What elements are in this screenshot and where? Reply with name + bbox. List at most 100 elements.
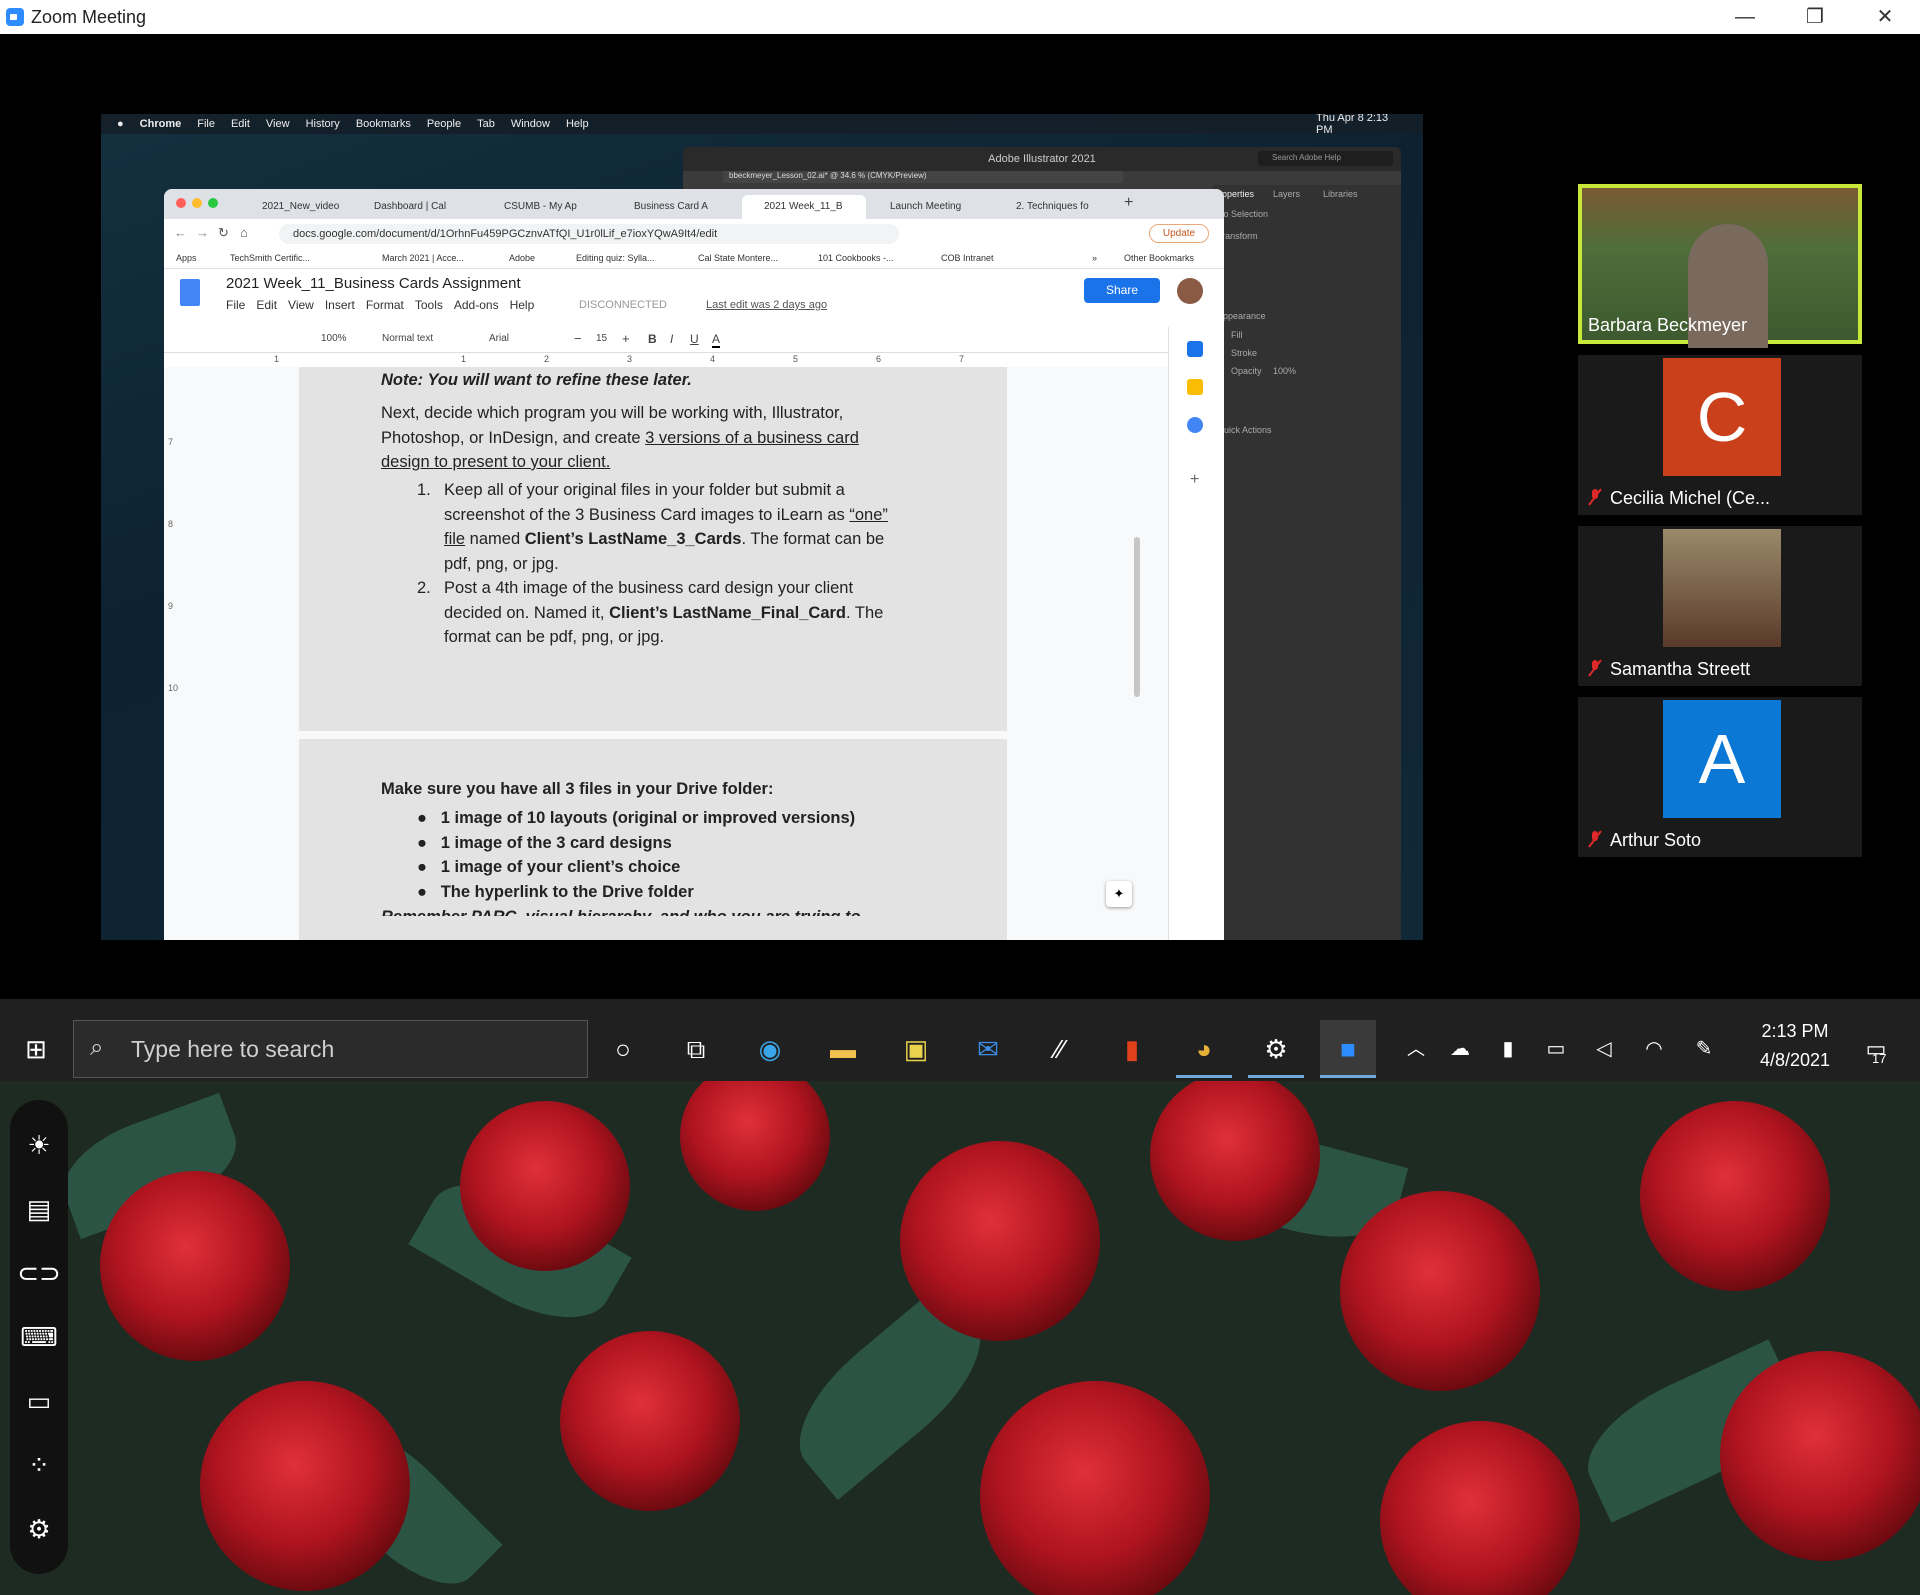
underline-button[interactable]: U: [690, 332, 699, 346]
keyboard-icon[interactable]: ⌨: [10, 1312, 68, 1362]
docs-menu-file[interactable]: File: [226, 298, 245, 312]
home-icon[interactable]: ⌂: [240, 225, 248, 240]
task-view-icon[interactable]: ⧉: [668, 1020, 724, 1078]
back-icon[interactable]: ←: [174, 225, 187, 240]
keep-icon[interactable]: [1187, 379, 1203, 395]
chrome-tab[interactable]: 2. Techniques fo: [994, 195, 1118, 219]
mac-minimize-dot[interactable]: [192, 198, 202, 208]
chrome-tab-active[interactable]: 2021 Week_11_B: [742, 195, 866, 219]
bookmark-item[interactable]: 101 Cookbooks -...: [818, 253, 894, 263]
address-bar[interactable]: docs.google.com/document/d/1OrhnFu459PGC…: [279, 224, 899, 244]
font-select[interactable]: Arial: [489, 333, 509, 344]
display-icon[interactable]: ▭: [10, 1376, 68, 1426]
account-avatar[interactable]: [1177, 278, 1203, 304]
file-explorer-icon[interactable]: ▬: [815, 1020, 871, 1078]
bookmark-item[interactable]: Editing quiz: Sylla...: [576, 253, 655, 263]
update-button[interactable]: Update: [1149, 224, 1209, 243]
docs-menu-help[interactable]: Help: [510, 298, 535, 312]
panel-quick-actions: Quick Actions: [1217, 425, 1272, 435]
explore-icon[interactable]: ✦: [1106, 881, 1132, 907]
chrome-tab[interactable]: Business Card A: [612, 195, 740, 219]
bookmark-apps[interactable]: Apps: [176, 253, 197, 263]
participant-tile[interactable]: A Arthur Soto: [1578, 697, 1862, 857]
font-size-increase[interactable]: +: [622, 331, 630, 346]
docs-menu-format[interactable]: Format: [366, 298, 404, 312]
new-tab-button[interactable]: +: [1124, 194, 1133, 212]
store-icon[interactable]: ▣: [888, 1020, 944, 1078]
chrome-tab[interactable]: Launch Meeting: [868, 195, 992, 219]
bookmark-item[interactable]: Adobe: [509, 253, 535, 263]
restore-button[interactable]: ❐: [1780, 0, 1850, 34]
cortana-icon[interactable]: ○: [595, 1020, 651, 1078]
tasks-icon[interactable]: [1187, 417, 1203, 433]
doc-title[interactable]: 2021 Week_11_Business Cards Assignment: [226, 275, 521, 292]
bookmark-item[interactable]: COB Intranet: [941, 253, 994, 263]
italic-button[interactable]: I: [670, 332, 673, 346]
chrome-taskbar-icon[interactable]: ◕: [1176, 1020, 1232, 1078]
doc-list-number: 1.: [417, 481, 431, 499]
start-icon[interactable]: ⊞: [8, 1020, 64, 1078]
mac-clock: Thu Apr 8 2:13 PM: [1316, 114, 1389, 136]
search-box[interactable]: ⌕ Type here to search: [73, 1020, 588, 1078]
pen-app-icon[interactable]: ⁄⁄: [1032, 1020, 1088, 1078]
docs-logo-icon[interactable]: [180, 279, 200, 306]
doc-paragraph: Next, decide which program you will be w…: [381, 401, 859, 475]
brightness-icon[interactable]: ☀: [10, 1120, 68, 1170]
docs-menu-view[interactable]: View: [288, 298, 314, 312]
bookmark-item[interactable]: Cal State Montere...: [698, 253, 778, 263]
mac-zoom-dot[interactable]: [208, 198, 218, 208]
bookmark-item[interactable]: TechSmith Certific...: [230, 253, 310, 263]
zoom-taskbar-icon[interactable]: ■: [1320, 1020, 1376, 1078]
clock-date[interactable]: 4/8/2021: [1750, 1050, 1840, 1071]
style-select[interactable]: Normal text: [382, 333, 433, 344]
participant-tile-active-speaker[interactable]: Barbara Beckmeyer: [1578, 184, 1862, 348]
doc-underline-text: 3 versions of a business card: [645, 428, 859, 447]
docs-menu-insert[interactable]: Insert: [325, 298, 355, 312]
participant-tile[interactable]: C Cecilia Michel (Ce...: [1578, 355, 1862, 515]
settings-icon[interactable]: ⚙: [1248, 1020, 1304, 1078]
mail-icon[interactable]: ✉: [960, 1020, 1016, 1078]
calendar-icon[interactable]: [1187, 341, 1203, 357]
forward-icon[interactable]: →: [196, 225, 209, 240]
docs-menu-addons[interactable]: Add-ons: [454, 298, 499, 312]
wifi-icon[interactable]: ◠: [1626, 1020, 1682, 1078]
last-edit-link[interactable]: Last edit was 2 days ago: [706, 299, 827, 311]
chrome-window: 2021_New_video Dashboard | Cal CSUMB - M…: [164, 189, 1224, 940]
other-bookmarks[interactable]: Other Bookmarks: [1124, 253, 1194, 263]
docs-menu-tools[interactable]: Tools: [415, 298, 443, 312]
reload-icon[interactable]: ↻: [218, 225, 229, 241]
doc-list-item: Post a 4th image of the business card de…: [444, 576, 883, 650]
bookmarks-overflow[interactable]: »: [1092, 253, 1097, 263]
quickbar-settings-icon[interactable]: ⚙: [10, 1504, 68, 1554]
doc-bullet-item: ● The hyperlink to the Drive folder: [417, 882, 694, 901]
chrome-tab[interactable]: Dashboard | Cal: [352, 195, 480, 219]
volume-icon[interactable]: ◁: [1576, 1020, 1632, 1078]
zoom-select[interactable]: 100%: [321, 333, 347, 344]
zoom-titlebar: Zoom Meeting — ❐ ✕: [0, 0, 1920, 34]
chrome-tab[interactable]: 2021_New_video: [240, 195, 350, 219]
text-color-button[interactable]: A: [712, 332, 721, 348]
mac-close-dot[interactable]: [176, 198, 186, 208]
close-button[interactable]: ✕: [1850, 0, 1920, 34]
docs-menu-edit[interactable]: Edit: [256, 298, 277, 312]
apps-grid-icon[interactable]: ⁘: [10, 1440, 68, 1490]
wallpaper-rose: [1720, 1351, 1920, 1561]
windows-switch-icon[interactable]: ▤: [10, 1184, 68, 1234]
chrome-tab[interactable]: CSUMB - My Ap: [482, 195, 610, 219]
share-button[interactable]: Share: [1084, 278, 1160, 303]
add-addon-icon[interactable]: +: [1190, 471, 1199, 489]
participant-tile[interactable]: Samantha Streett: [1578, 526, 1862, 686]
font-size-decrease[interactable]: −: [574, 331, 582, 346]
ruler-tick: 2: [544, 354, 550, 364]
bold-button[interactable]: B: [648, 332, 657, 346]
office-icon[interactable]: ▮: [1104, 1020, 1160, 1078]
link-icon[interactable]: ⊂⊃: [10, 1248, 68, 1298]
font-size-input[interactable]: 15: [596, 333, 607, 344]
edge-icon[interactable]: ◉: [742, 1020, 798, 1078]
minimize-button[interactable]: —: [1710, 0, 1780, 34]
doc-scrollbar[interactable]: [1134, 537, 1140, 697]
bookmark-item[interactable]: March 2021 | Acce...: [382, 253, 464, 263]
action-center-icon[interactable]: ▭: [1848, 1020, 1904, 1078]
pen-workspace-icon[interactable]: ✎: [1676, 1020, 1732, 1078]
clock-time[interactable]: 2:13 PM: [1750, 1021, 1840, 1042]
